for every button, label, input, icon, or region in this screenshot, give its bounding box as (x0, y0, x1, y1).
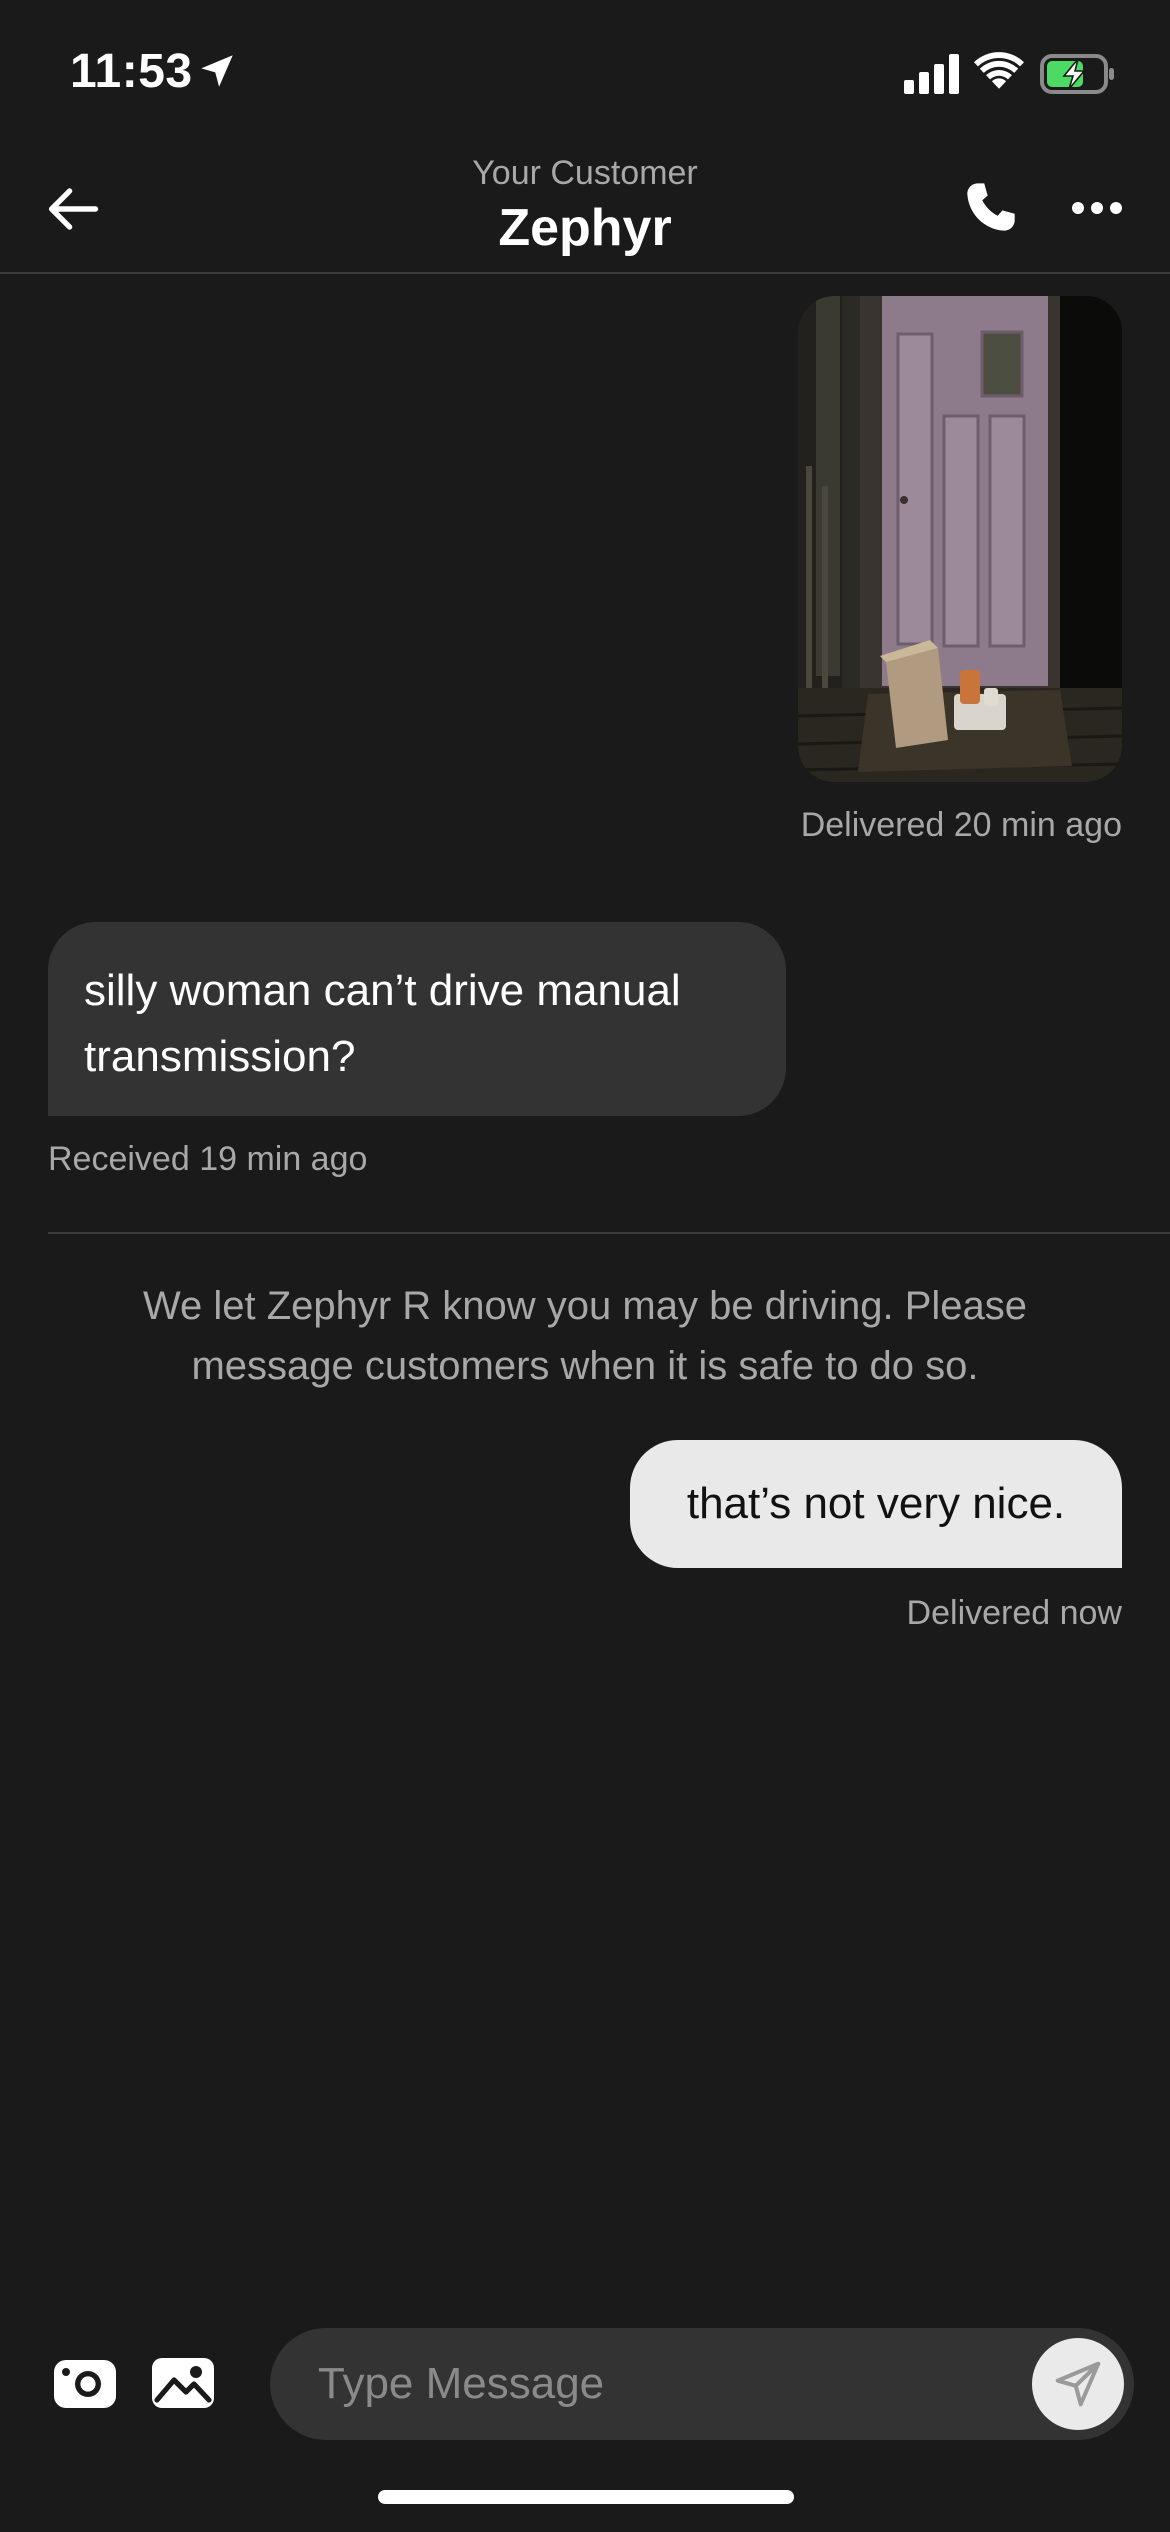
call-button[interactable] (958, 174, 1024, 240)
send-icon (1055, 2361, 1101, 2407)
gallery-button[interactable] (150, 2352, 216, 2412)
delivery-photo[interactable] (798, 296, 1122, 782)
outgoing-message-status: Delivered now (906, 1594, 1122, 1632)
battery-charging-icon (1040, 54, 1114, 94)
divider (48, 1232, 1170, 1234)
outgoing-message-bubble: that’s not very nice. (630, 1440, 1122, 1568)
camera-icon (54, 2360, 116, 2408)
location-arrow-icon (201, 55, 233, 87)
chat-screen: 11:53 Your Customer Zephyr Delivered 20 … (0, 0, 1170, 2532)
chat-header: Your Customer Zephyr (0, 140, 1170, 274)
message-composer (270, 2328, 1134, 2440)
more-options-button[interactable] (1064, 186, 1130, 230)
message-input[interactable] (318, 2328, 958, 2440)
delivery-photo-image (798, 296, 1122, 782)
system-note: We let Zephyr R know you may be driving.… (142, 1284, 1028, 1388)
incoming-message-status: Received 19 min ago (48, 1140, 368, 1178)
more-icon (1072, 202, 1122, 214)
signal-icon (904, 54, 959, 94)
home-indicator[interactable] (378, 2490, 794, 2504)
status-time: 11:53 (70, 45, 193, 98)
incoming-message-bubble: silly woman can’t drive manual transmiss… (48, 922, 786, 1116)
gallery-icon (152, 2358, 214, 2408)
photo-delivery-status: Delivered 20 min ago (800, 806, 1122, 844)
status-bar: 11:53 (0, 0, 1170, 140)
camera-button[interactable] (52, 2352, 118, 2412)
wifi-icon (974, 52, 1024, 89)
send-button[interactable] (1032, 2338, 1124, 2430)
phone-icon (967, 183, 1015, 231)
